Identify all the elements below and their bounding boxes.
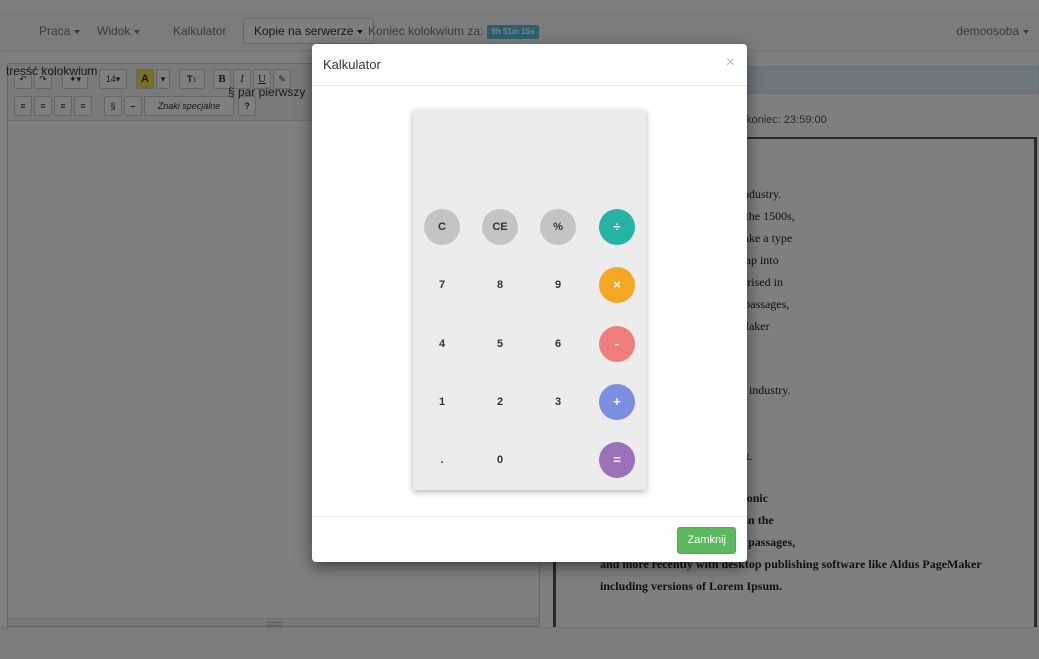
calc-key[interactable]: - (599, 326, 635, 362)
calc-key[interactable]: 7 (424, 267, 460, 303)
calc-key[interactable]: . (424, 442, 460, 478)
calc-key[interactable]: 0 (482, 442, 518, 478)
close-icon[interactable]: × (726, 54, 735, 72)
modal-header: Kalkulator × (312, 44, 747, 86)
calc-key[interactable]: 4 (424, 326, 460, 362)
calc-key[interactable]: C (424, 209, 460, 245)
calc-key[interactable]: 5 (482, 326, 518, 362)
modal-footer: Zamknij (312, 516, 747, 562)
modal-title: Kalkulator (323, 57, 381, 72)
close-button[interactable]: Zamknij (677, 527, 736, 554)
calc-key[interactable]: + (599, 384, 635, 420)
calc-key[interactable]: CE (482, 209, 518, 245)
calc-key[interactable]: 6 (540, 326, 576, 362)
calculator: C CE% ÷ 7 8 9 × 4 5 6- 1 2 3 +. 0 = (413, 110, 646, 490)
calc-key[interactable]: = (599, 442, 635, 478)
calc-key[interactable]: 3 (540, 384, 576, 420)
calc-key[interactable]: 8 (482, 267, 518, 303)
calculator-modal: Kalkulator × C CE% ÷ 7 8 9 × 4 5 6- 1 2 3 +. 0 = Zamkni… (312, 44, 747, 562)
calc-key[interactable]: ÷ (599, 209, 635, 245)
calc-key[interactable]: % (540, 209, 576, 245)
calc-key[interactable]: 1 (424, 384, 460, 420)
calculator-display (413, 110, 646, 200)
calc-key[interactable]: × (599, 267, 635, 303)
calc-key[interactable]: 9 (540, 267, 576, 303)
calc-key[interactable]: 2 (482, 384, 518, 420)
